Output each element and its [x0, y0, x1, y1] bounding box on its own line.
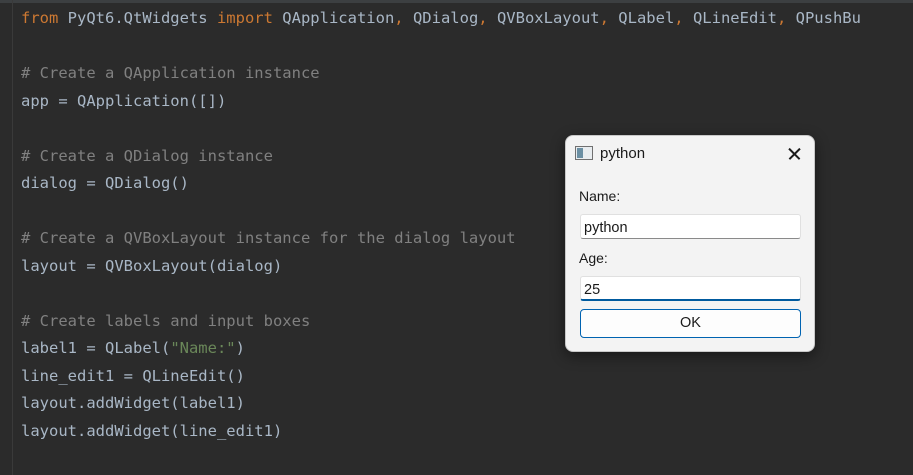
code-token: layout.addWidget(line_edit1): [21, 421, 283, 440]
code-token: QVBoxLayout: [487, 9, 600, 27]
gutter-divider: [12, 0, 13, 475]
code-token: ): [235, 339, 245, 357]
code-token: line_edit1 = QLineEdit(): [21, 366, 245, 385]
code-token: ,: [776, 9, 787, 27]
code-token: # Create labels and input boxes: [21, 311, 311, 330]
close-icon[interactable]: [778, 138, 810, 170]
code-token: QPushBu: [786, 9, 861, 27]
code-line: # Create a QApplication instance: [21, 63, 320, 83]
code-token: ,: [599, 9, 609, 27]
code-line: layout.addWidget(label1): [21, 393, 245, 413]
code-line: line_edit1 = QLineEdit(): [21, 366, 245, 386]
code-line: # Create a QDialog instance: [21, 146, 273, 166]
age-field[interactable]: [580, 276, 801, 301]
age-label: Age:: [579, 250, 608, 266]
name-field[interactable]: [580, 214, 801, 239]
code-token: ,: [674, 9, 684, 27]
code-token: # Create a QApplication instance: [21, 64, 320, 82]
code-token: app = QApplication([]): [21, 91, 227, 110]
dialog-titlebar[interactable]: python: [566, 136, 814, 172]
code-token: layout.addWidget(label1): [21, 394, 245, 412]
code-line: # Create labels and input boxes: [21, 311, 310, 331]
editor-top-edge: [0, 0, 913, 3]
code-line: layout.addWidget(line_edit1): [21, 421, 282, 441]
python-dialog: python Name: Age: OK: [565, 135, 815, 352]
code-token: # Create a QDialog instance: [21, 146, 273, 165]
code-token: ,: [478, 9, 488, 27]
code-token: import: [216, 9, 273, 27]
dialog-title: python: [600, 145, 646, 162]
ok-button[interactable]: OK: [580, 309, 801, 338]
code-token: PyQt6.QtWidgets: [58, 9, 217, 27]
name-label: Name:: [579, 188, 621, 204]
code-line: label1 = QLabel("Name:"): [21, 338, 245, 358]
code-token: # Create a QVBoxLayout instance for the …: [21, 229, 516, 247]
code-line: layout = QVBoxLayout(dialog): [21, 256, 282, 276]
code-token: layout = QVBoxLayout(dialog): [21, 256, 283, 275]
code-line: # Create a QVBoxLayout instance for the …: [21, 228, 516, 248]
code-line: app = QApplication([]): [21, 91, 226, 111]
code-token: ,: [394, 9, 404, 27]
window-icon: [575, 146, 593, 160]
code-token: dialog = QDialog(): [21, 174, 189, 192]
code-line: from PyQt6.QtWidgets import QApplication…: [21, 8, 861, 28]
code-token: QApplication: [272, 9, 395, 27]
code-token: label1 = QLabel(: [21, 339, 171, 357]
code-line: dialog = QDialog(): [21, 173, 189, 193]
code-token: QLineEdit: [683, 9, 777, 27]
code-token: from: [21, 9, 59, 27]
code-token: "Name:": [170, 339, 236, 357]
code-token: QLabel: [608, 9, 675, 27]
code-token: QDialog: [403, 9, 479, 27]
